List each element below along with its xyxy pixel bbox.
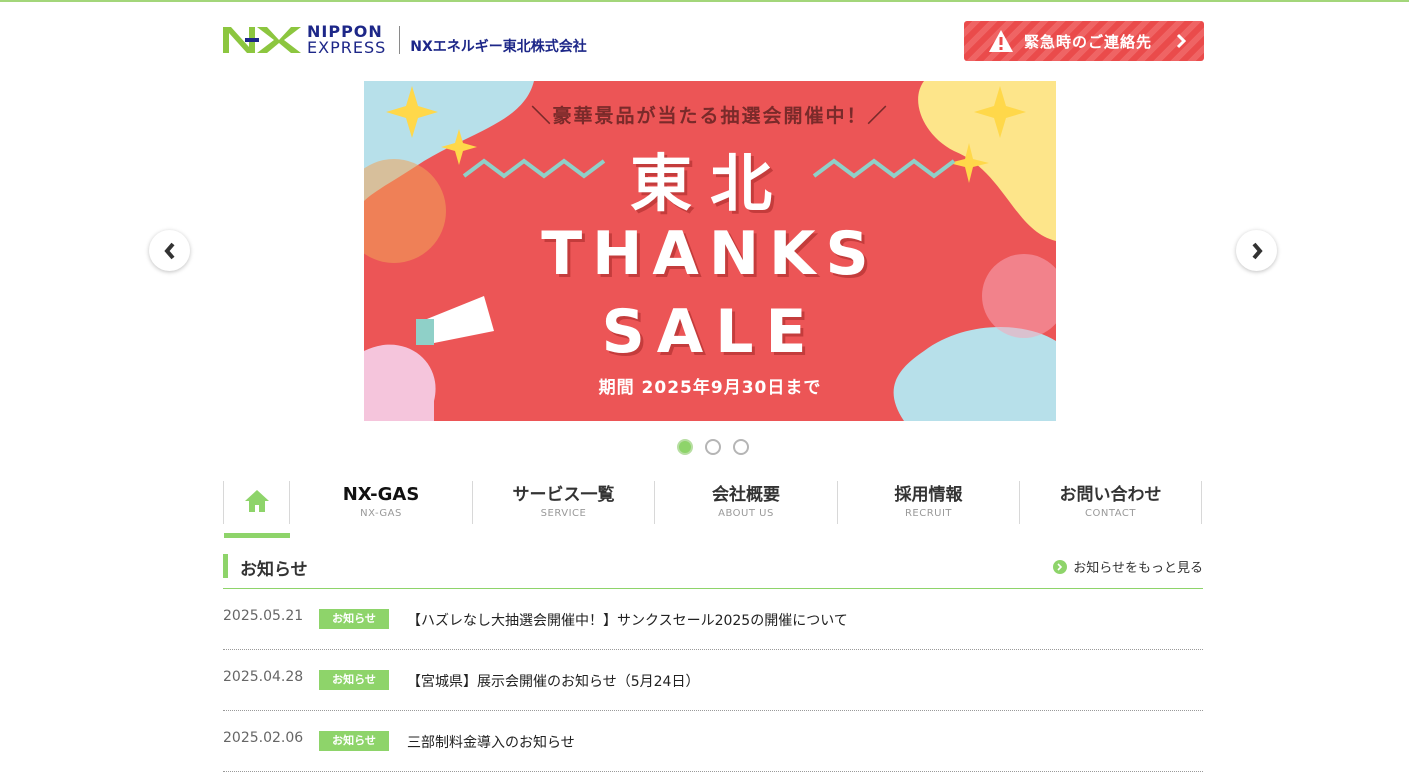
news-title-link[interactable]: 【ハズレなし大抽選会開催中！】サンクスセール2025の開催について — [407, 610, 848, 630]
slider-banner[interactable]: ＼豪華景品が当たる抽選会開催中！／ 東北 THANKS SALE 期間 2025… — [364, 81, 1056, 421]
emergency-contact-button[interactable]: 緊急時のご連絡先 — [964, 21, 1204, 61]
nav-about-sub: ABOUT US — [718, 508, 774, 519]
chevron-right-icon — [1251, 242, 1263, 259]
nav-contact-label: お問い合わせ — [1059, 485, 1162, 505]
news-header: お知らせ お知らせをもっと見る — [223, 553, 1203, 589]
nav-service-sub: SERVICE — [540, 508, 587, 519]
news-item[interactable]: 2025.02.06 お知らせ 三部制料金導入のお知らせ — [223, 711, 1203, 772]
slider-prev-button[interactable] — [149, 230, 190, 271]
news-category-badge: お知らせ — [319, 731, 389, 751]
nav-recruit-sub: RECRUIT — [904, 508, 953, 519]
company-name: NXエネルギー東北株式会社 — [410, 39, 587, 55]
slider-next-button[interactable] — [1236, 230, 1277, 271]
news-item[interactable]: 2025.04.28 お知らせ 【宮城県】展示会開催のお知らせ（5月24日） — [223, 650, 1203, 711]
nav-nx-gas-label: NX-GAS — [342, 484, 420, 505]
slider-dot-2[interactable] — [705, 439, 721, 455]
nav-service-label: サービス一覧 — [512, 485, 615, 505]
logo-wordmark: NIPPON EXPRESS — [307, 24, 386, 56]
news-list: 2025.05.21 お知らせ 【ハズレなし大抽選会開催中！】サンクスセール20… — [223, 589, 1203, 772]
top-accent-line — [0, 0, 1409, 2]
nav-nx-gas-sub: NX-GAS — [360, 508, 402, 519]
logo-divider — [399, 26, 401, 54]
arrow-circle-icon — [1053, 559, 1068, 574]
global-nav: NX-GAS NX-GAS サービス一覧 SERVICE 会社概要 ABOUT … — [223, 481, 1203, 539]
nav-home[interactable] — [223, 481, 290, 538]
news-category-badge: お知らせ — [319, 609, 389, 629]
nav-recruit-label: 採用情報 — [894, 485, 963, 505]
chevron-left-icon — [163, 242, 175, 259]
nav-nx-gas[interactable]: NX-GAS NX-GAS — [289, 481, 472, 524]
news-item[interactable]: 2025.05.21 お知らせ 【ハズレなし大抽選会開催中！】サンクスセール20… — [223, 589, 1203, 650]
banner-headline-2: THANKS — [541, 219, 879, 289]
news-more-link[interactable]: お知らせをもっと見る — [1053, 557, 1203, 576]
news-category-badge: お知らせ — [319, 670, 389, 690]
emergency-contact-label: 緊急時のご連絡先 — [1024, 32, 1153, 51]
slider-pagination — [677, 439, 749, 455]
news-title-link[interactable]: 三部制料金導入のお知らせ — [407, 732, 575, 752]
nx-logo-mark-icon — [223, 27, 301, 53]
news-title: お知らせ — [240, 560, 308, 580]
slider-dot-1[interactable] — [677, 439, 693, 455]
chevron-right-icon — [1176, 33, 1186, 49]
banner-period: 期間 2025年9月30日まで — [598, 378, 822, 398]
news-date: 2025.02.06 — [223, 730, 304, 746]
nav-contact-sub: CONTACT — [1085, 508, 1136, 519]
nav-about[interactable]: 会社概要 ABOUT US — [654, 481, 837, 524]
news-title-link[interactable]: 【宮城県】展示会開催のお知らせ（5月24日） — [407, 671, 699, 691]
banner-headline-1: 東北 — [629, 147, 790, 220]
nav-recruit[interactable]: 採用情報 RECRUIT — [837, 481, 1019, 524]
nav-active-indicator — [224, 533, 290, 538]
slider-dot-3[interactable] — [733, 439, 749, 455]
nav-service[interactable]: サービス一覧 SERVICE — [472, 481, 654, 524]
banner-tagline: ＼豪華景品が当たる抽選会開催中！／ — [531, 105, 889, 127]
warning-icon — [989, 30, 1013, 52]
nav-contact[interactable]: お問い合わせ CONTACT — [1019, 481, 1202, 524]
news-date: 2025.04.28 — [223, 669, 304, 685]
news-more-label: お知らせをもっと見る — [1073, 561, 1203, 576]
banner-headline-3: SALE — [601, 297, 819, 367]
home-icon — [244, 490, 269, 512]
news-header-bar — [223, 554, 228, 578]
site-logo[interactable]: NIPPON EXPRESS NXエネルギー東北株式会社 — [223, 24, 587, 56]
logo-line-2: EXPRESS — [307, 38, 387, 57]
nav-about-label: 会社概要 — [712, 485, 780, 505]
news-date: 2025.05.21 — [223, 608, 304, 624]
